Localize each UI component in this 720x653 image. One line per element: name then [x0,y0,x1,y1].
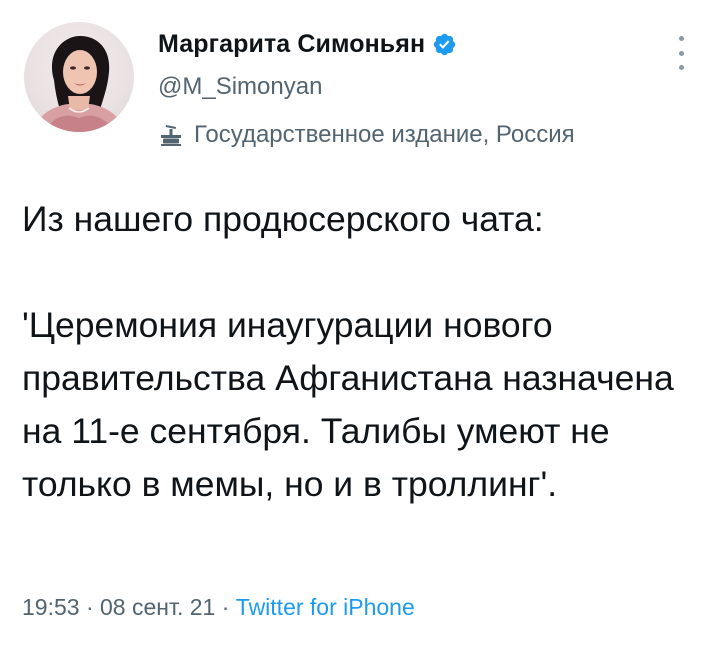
author-handle[interactable]: @M_Simonyan [158,73,658,103]
avatar-photo [32,36,126,132]
state-affiliation-label[interactable]: Государственное издание, Россия [158,119,658,151]
meta-separator: · [215,594,236,620]
tweet-time[interactable]: 19:53 [22,594,80,620]
tweet-header: Маргарита Симоньян @M_Simonyan Государст… [158,24,658,151]
avatar[interactable] [24,22,134,132]
meta-separator: · [79,594,101,620]
more-dot [678,36,684,41]
tweet-metadata: 19:53 · 08 сент. 21 · Twitter for iPhone [22,594,415,621]
name-row: Маргарита Симоньян [158,24,658,64]
author-display-name[interactable]: Маргарита Симоньян [158,30,425,59]
more-dot [678,50,684,56]
state-affiliation-text: Государственное издание, Россия [194,121,575,148]
government-building-icon [158,122,184,148]
tweet-card: Маргарита Симоньян @M_Simonyan Государст… [0,0,720,653]
tweet-date[interactable]: 08 сент. 21 [100,594,215,620]
tweet-source-link[interactable]: Twitter for iPhone [236,594,415,620]
more-options-icon[interactable] [670,36,692,70]
verified-badge-icon [432,32,457,57]
more-dot [678,65,684,70]
tweet-text: Из нашего продюсерского чата: 'Церемония… [22,199,674,504]
